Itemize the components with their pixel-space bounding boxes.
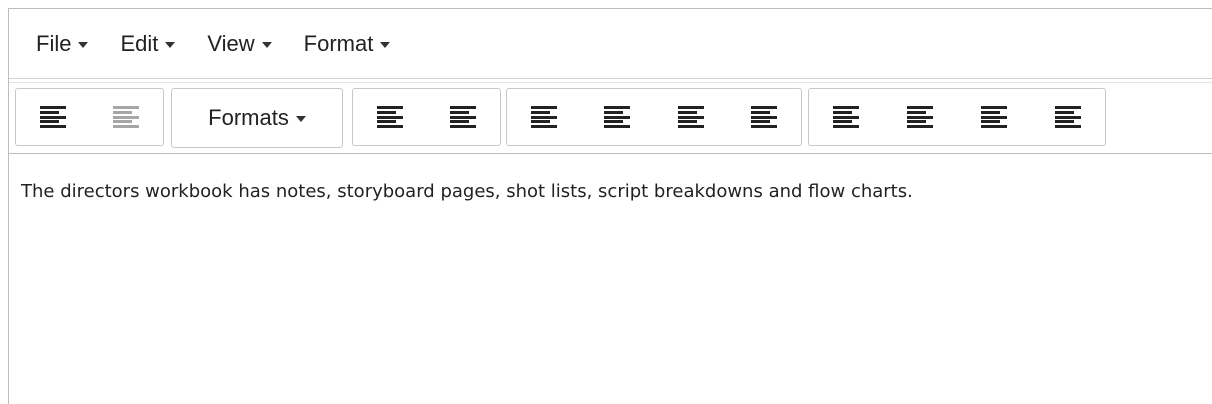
menubar: File Edit View Format (9, 9, 1212, 79)
align-left-button[interactable] (883, 89, 957, 145)
align-left-disabled-button[interactable] (90, 89, 164, 145)
toolbar: Formats (9, 82, 1212, 154)
align-left-icon (450, 106, 477, 128)
menu-file[interactable]: File (36, 30, 89, 57)
toolbar-group-1 (15, 88, 164, 146)
menu-format-label: Format (303, 30, 374, 56)
align-left-icon (376, 106, 403, 128)
align-left-icon (1055, 106, 1081, 128)
align-left-icon (981, 106, 1007, 128)
content-paragraph: The directors workbook has notes, storyb… (21, 181, 913, 202)
align-left-button[interactable] (427, 89, 501, 145)
rich-text-editor: File Edit View Format Formats The direct… (8, 8, 1212, 404)
align-left-button[interactable] (1031, 89, 1105, 145)
toolbar-group-4 (506, 88, 802, 146)
menu-view[interactable]: View (207, 30, 272, 57)
align-left-icon (751, 106, 778, 128)
menu-view-label: View (207, 30, 255, 56)
toolbar-group-5 (808, 88, 1106, 146)
menu-edit[interactable]: Edit (120, 30, 176, 57)
align-left-icon (530, 106, 557, 128)
align-left-icon (113, 106, 140, 128)
editor-content[interactable]: The directors workbook has notes, storyb… (9, 154, 1212, 204)
chevron-down-icon (380, 41, 391, 48)
align-left-icon (907, 106, 933, 128)
align-left-icon (833, 106, 859, 128)
align-left-button[interactable] (957, 89, 1031, 145)
align-left-button[interactable] (16, 89, 90, 145)
chevron-down-icon (261, 41, 272, 48)
align-left-icon (39, 106, 66, 128)
chevron-down-icon (78, 41, 89, 48)
toolbar-group-formats: Formats (171, 88, 343, 148)
chevron-down-icon (295, 116, 306, 122)
formats-dropdown[interactable]: Formats (172, 89, 342, 147)
chevron-down-icon (165, 41, 176, 48)
toolbar-group-3 (352, 88, 501, 146)
align-left-button[interactable] (728, 89, 802, 145)
align-left-button[interactable] (353, 89, 427, 145)
align-left-button[interactable] (507, 89, 581, 145)
formats-label: Formats (208, 105, 289, 130)
align-left-icon (677, 106, 704, 128)
align-left-button[interactable] (809, 89, 883, 145)
menu-edit-label: Edit (120, 30, 159, 56)
align-left-button[interactable] (581, 89, 655, 145)
align-left-icon (604, 106, 631, 128)
menu-format[interactable]: Format (304, 31, 391, 57)
menu-file-label: File (36, 30, 72, 56)
align-left-button[interactable] (654, 89, 728, 145)
